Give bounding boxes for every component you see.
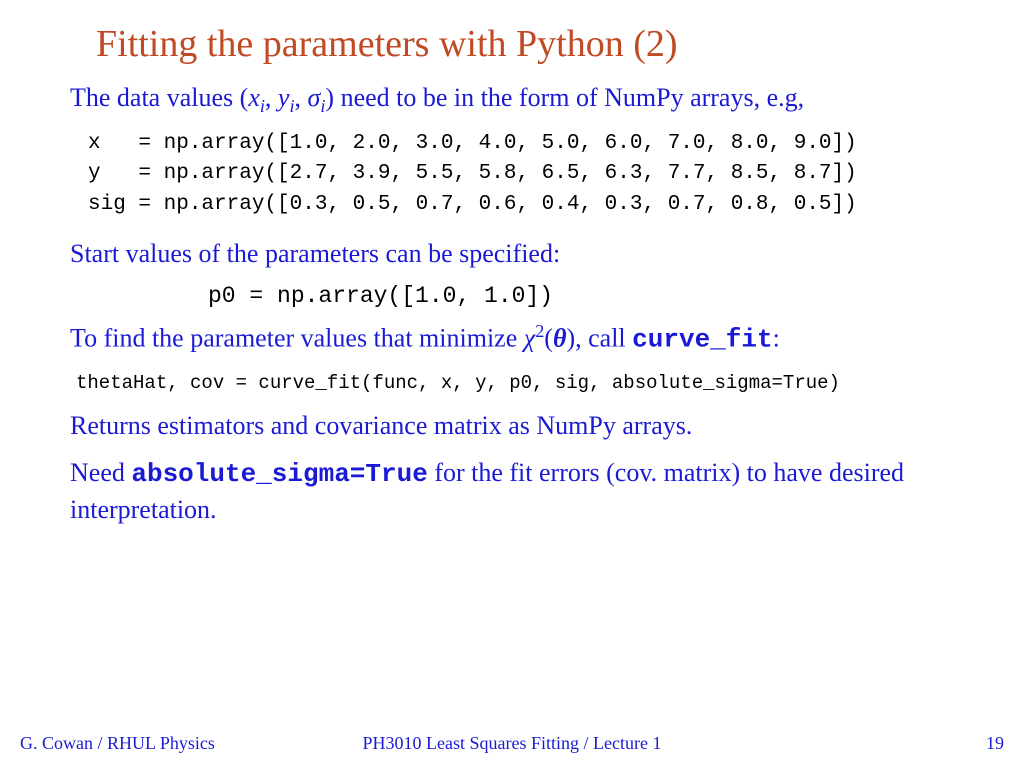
code-curvefit-call: thetaHat, cov = curve_fit(func, x, y, p0… — [76, 372, 976, 394]
footer-course: PH3010 Least Squares Fitting / Lecture 1 — [0, 733, 1024, 754]
text: Need — [70, 458, 131, 487]
paragraph-absolute-sigma: Need absolute_sigma=True for the fit err… — [70, 455, 954, 527]
sup-2: 2 — [535, 321, 544, 341]
text: ), call — [566, 324, 632, 353]
inline-code-curvefit: curve_fit — [632, 325, 772, 355]
text: , — [265, 83, 278, 112]
inline-code-abssigma: absolute_sigma=True — [131, 459, 427, 489]
slide-footer: G. Cowan / RHUL Physics PH3010 Least Squ… — [0, 733, 1024, 754]
paragraph-minimize: To find the parameter values that minimi… — [70, 319, 954, 358]
code-p0: p0 = np.array([1.0, 1.0]) — [208, 283, 976, 309]
text: , — [295, 83, 308, 112]
text: To find the parameter values that minimi… — [70, 324, 524, 353]
paragraph-returns: Returns estimators and covariance matrix… — [70, 408, 954, 443]
text: : — [773, 324, 780, 353]
var-y: y — [278, 83, 290, 112]
paragraph-data-values: The data values (xi, yi, σi) need to be … — [70, 80, 954, 119]
text: ( — [544, 324, 553, 353]
var-sigma: σ — [308, 83, 321, 112]
var-chi: χ — [524, 324, 535, 353]
slide-title: Fitting the parameters with Python (2) — [96, 22, 976, 66]
text: The data values ( — [70, 83, 248, 112]
slide-content: Fitting the parameters with Python (2) T… — [0, 0, 1024, 527]
var-theta: θ — [553, 324, 567, 353]
paragraph-start-values: Start values of the parameters can be sp… — [70, 236, 954, 271]
var-x: x — [248, 83, 260, 112]
text: ) need to be in the form of NumPy arrays… — [325, 83, 804, 112]
code-arrays: x = np.array([1.0, 2.0, 3.0, 4.0, 5.0, 6… — [88, 129, 976, 220]
